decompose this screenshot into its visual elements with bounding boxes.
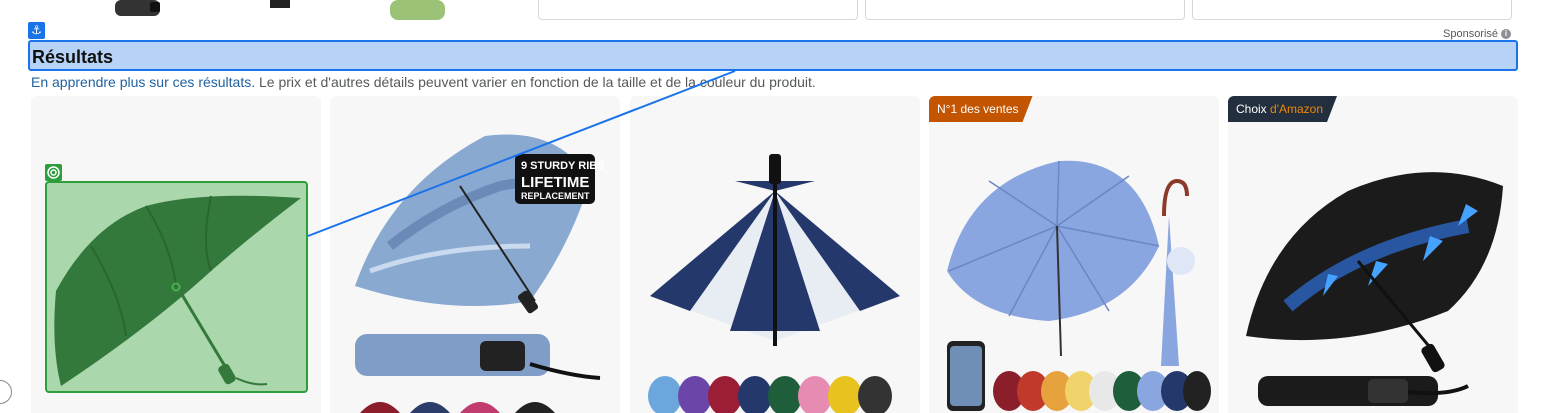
connector-line: [171, 70, 736, 292]
